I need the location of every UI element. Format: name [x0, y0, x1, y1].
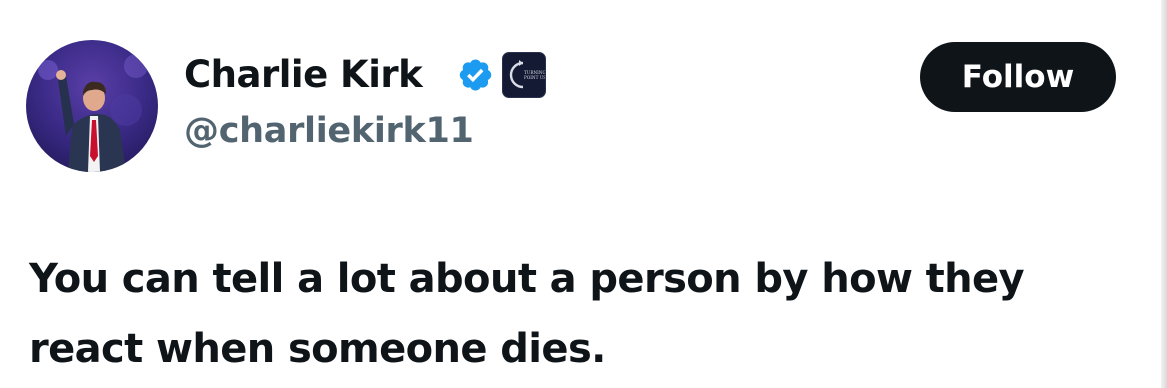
verified-badge-icon[interactable] — [456, 56, 494, 94]
author-display-name[interactable]: Charlie Kirk — [184, 50, 423, 100]
author-avatar[interactable] — [26, 40, 158, 172]
svg-text:POINT USA: POINT USA — [524, 75, 545, 80]
right-edge-divider — [1161, 0, 1167, 388]
turning-point-usa-logo: TURNING POINT USA — [509, 60, 550, 89]
affiliate-badge[interactable]: TURNING POINT USA — [502, 52, 550, 98]
author-handle[interactable]: @charliekirk11 — [184, 107, 474, 155]
follow-button[interactable]: Follow — [920, 42, 1116, 112]
tweet-text: You can tell a lot about a person by how… — [29, 256, 1025, 372]
avatar-photo — [26, 40, 158, 172]
